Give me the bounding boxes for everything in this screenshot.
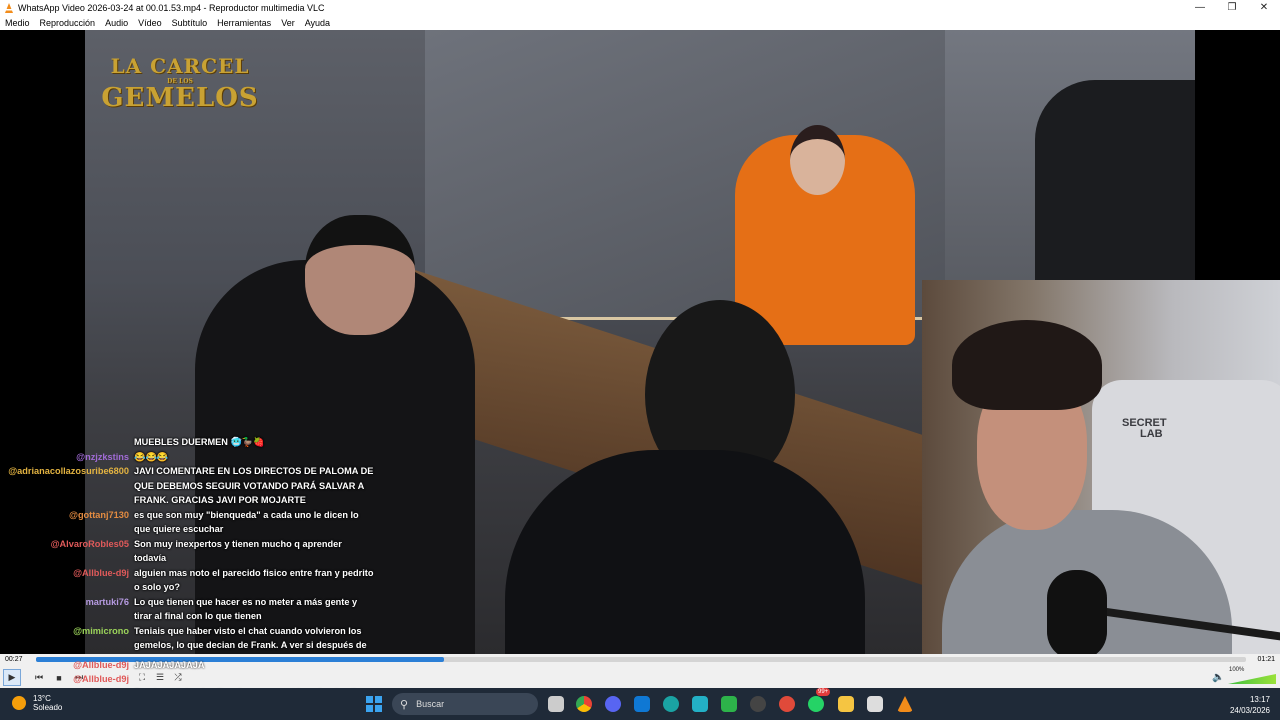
temperature: 13°C [33,694,51,703]
chat-text [134,672,374,686]
edge-icon[interactable] [663,696,679,712]
chat-username: martuki76 [85,596,129,607]
chat-username: @mimicrono [73,625,129,636]
outlook-icon[interactable] [634,696,650,712]
folder-icon[interactable] [838,696,854,712]
windows-start-icon[interactable] [366,696,382,712]
chat-username: @Allblue-d9j [73,660,129,670]
volume-level: 100% [1229,667,1245,673]
task-view-icon[interactable] [548,696,564,712]
weather-widget[interactable]: 13°C Soleado [12,694,62,712]
guard-figure [1035,80,1195,280]
chat-message: @adrianacollazosuribe6800 JAVI COMENTARE … [0,464,380,508]
menu-ayuda[interactable]: Ayuda [305,18,330,28]
app-icon[interactable] [692,696,708,712]
chat-message: @Allblue-d9j JAJAJAJAJAJA [0,658,380,672]
clock-date: 24/03/2026 [1229,706,1270,715]
volume-slider[interactable] [1228,674,1276,684]
chat-username: @AlvaroRobles05 [50,538,129,549]
logo-line-3: GEMELOS [101,83,259,113]
search-placeholder: Buscar [416,699,445,709]
chat-message: @Allblue-d9j [0,672,380,686]
vlc-taskbar-icon[interactable] [897,696,913,712]
chat-message: @AlvaroRobles05 Son muy inexpertos y tien… [0,537,380,566]
chat-message: @nzjzkstins 😂😂😂 [0,450,380,465]
chat-text: 😂😂😂 [134,451,169,462]
sun-icon [12,696,26,710]
notification-badge: 99+ [816,688,831,696]
chat-message: martuki76 Lo que tienen que hacer es no m… [0,595,380,624]
show-logo: LA CARCEL DE LOS GEMELOS [100,54,260,111]
app-icon-3[interactable] [779,696,795,712]
app-icon-2[interactable] [750,696,766,712]
vlc-icon [5,2,13,13]
chat-text: JAVI COMENTARE EN LOS DIRECTOS DE PALOMA… [134,466,374,505]
system-clock[interactable]: 13:17 24/03/2026 [1230,694,1270,716]
weather-condition: Soleado [33,703,63,712]
logo-line-1: LA CARCEL [110,54,250,78]
menu-audio[interactable]: Audio [105,18,128,28]
chat-text: es que son muy "bienqueda" a cada uno le… [134,509,359,535]
chat-username: @gottanj7130 [68,509,129,520]
chat-message: @mimicrono Teniais que haber visto el cha… [0,624,380,655]
capcut-icon[interactable] [721,696,737,712]
window-title: WhatsApp Video 2026-03-24 at 00.01.53.mp… [18,2,325,13]
minimize-icon[interactable]: — [1184,0,1216,15]
menu-bar: Medio Reproducción Audio Vídeo Subtítulo… [0,15,1280,30]
whatsapp-icon[interactable] [808,696,824,712]
total-time: 01:21 [1257,656,1275,663]
chat-text: Son muy inexpertos y tienen mucho q apre… [134,538,342,564]
chat-text: alguien mas noto el parecido fisico entr… [134,567,374,593]
close-icon[interactable]: ✕ [1248,0,1280,15]
chat-text: MUEBLES DUERMEN 🥶🦆🍓 [134,437,265,447]
taskbar: 13°C Soleado ⚲ Buscar 99+ 13:17 24/03/20… [0,688,1280,720]
chat-text: Lo que tienen que hacer es no meter a má… [134,596,358,622]
chrome-icon[interactable] [576,696,592,712]
chat-username: @adrianacollazosuribe6800 [8,466,129,476]
visitor-head [305,215,415,335]
speaker-icon[interactable]: 🔈 [1212,672,1224,683]
chat-message: @Allblue-d9j alguien mas noto el parecido… [0,566,380,595]
menu-reproduccion[interactable]: Reproducción [40,18,96,28]
chat-overlay: MUEBLES DUERMEN 🥶🦆🍓 @nzjzkstins 😂😂😂 @adrian… [0,435,380,654]
app-icon-4[interactable] [867,696,883,712]
chat-username: @nzjzkstins [76,451,129,462]
clock-time: 13:17 [1249,695,1270,704]
chat-username: @Allblue-d9j [73,567,129,578]
restore-icon[interactable]: ❐ [1216,0,1248,15]
video-area[interactable]: LA CARCEL DE LOS GEMELOS SECRET LAB MUEB… [0,30,1280,654]
title-bar: WhatsApp Video 2026-03-24 at 00.01.53.mp… [0,0,1280,15]
chair-brand: SECRET LAB [1122,418,1167,440]
chat-username [0,435,134,450]
taskbar-search[interactable]: ⚲ Buscar [392,693,538,715]
search-icon: ⚲ [400,698,409,711]
menu-medio[interactable]: Medio [5,18,30,28]
webcam-overlay: SECRET LAB [922,280,1280,654]
menu-video[interactable]: Vídeo [138,18,162,28]
chat-message: MUEBLES DUERMEN 🥶🦆🍓 [0,435,380,450]
chat-text: JAJAJAJAJAJA [134,660,205,670]
prisoner-head [790,125,845,195]
microphone [1047,570,1107,654]
discord-icon[interactable] [605,696,621,712]
chat-username: @Allblue-d9j [73,674,129,684]
chat-message: @gottanj7130 es que son muy "bienqueda" a… [0,508,380,537]
chat-text: Teniais que haber visto el chat cuando v… [134,625,367,651]
chair-brand-line-2: LAB [1140,428,1163,440]
menu-ver[interactable]: Ver [281,18,295,28]
streamer-hair [952,320,1102,410]
menu-subtitulo[interactable]: Subtítulo [172,18,208,28]
menu-herramientas[interactable]: Herramientas [217,18,271,28]
